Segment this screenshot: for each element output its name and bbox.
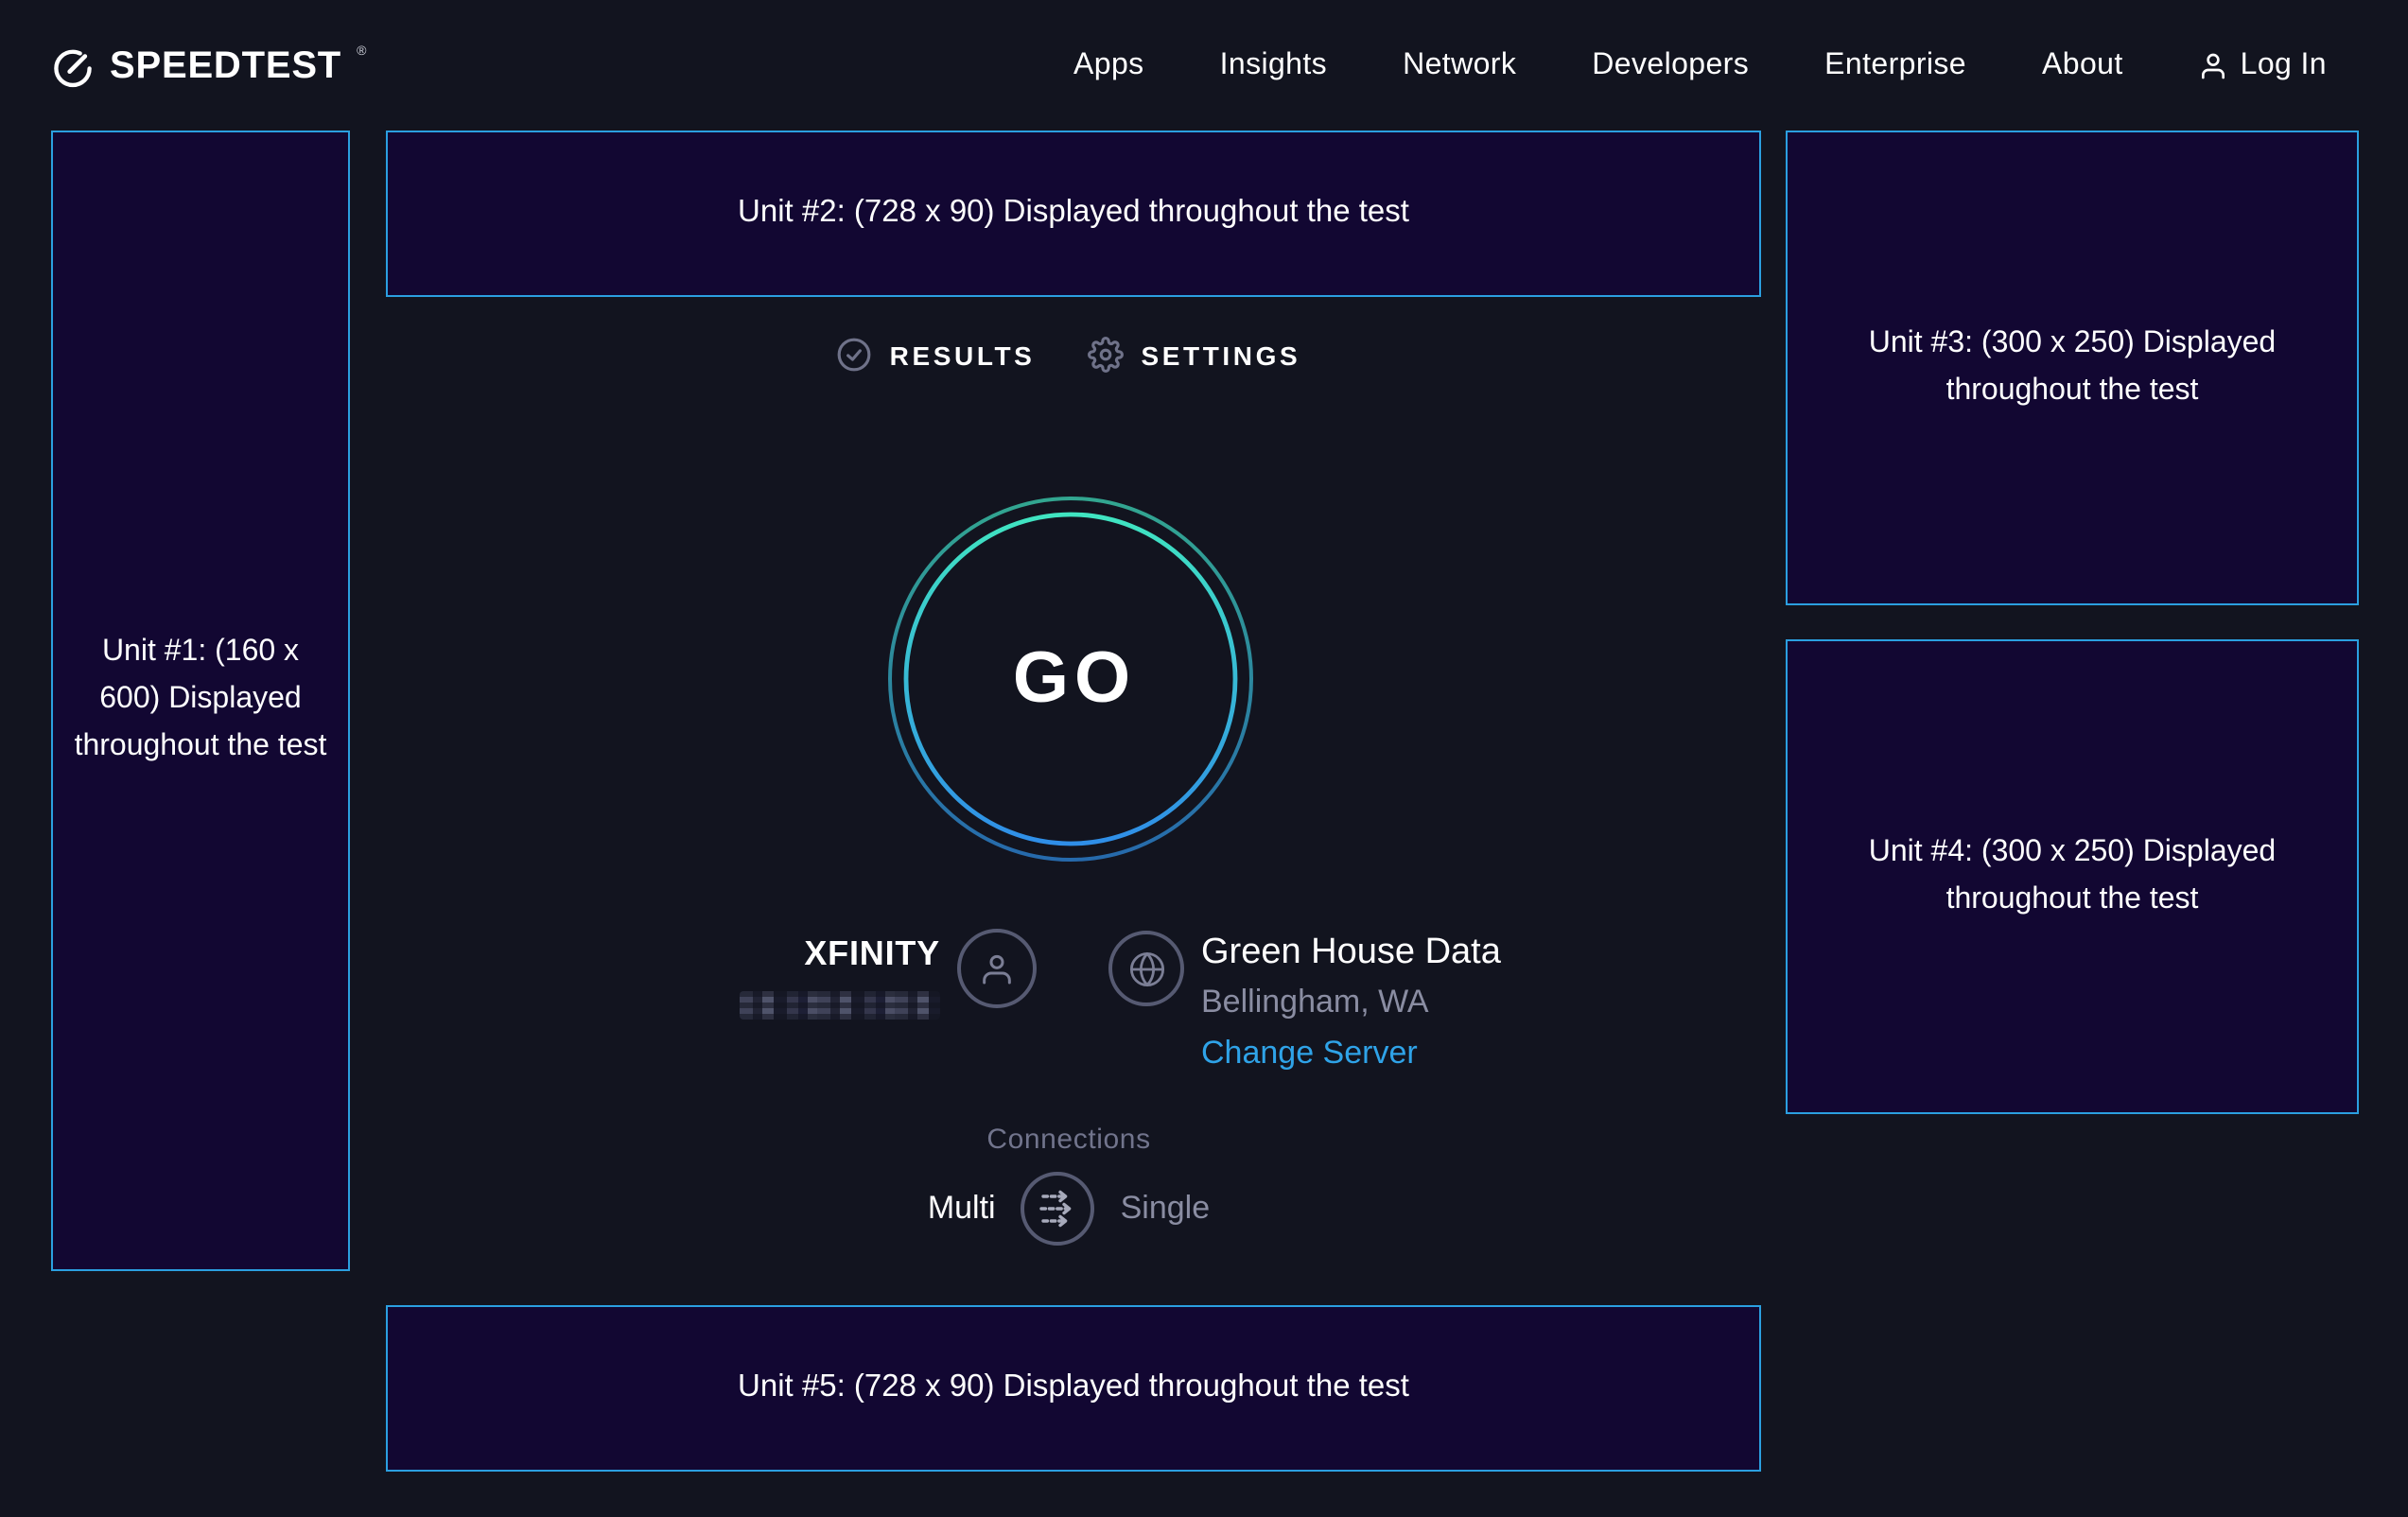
ad-unit-1: Unit #1: (160 x 600) Displayed throughou… [51,131,350,1271]
nav-developers[interactable]: Developers [1592,48,1749,82]
tab-settings-label: SETTINGS [1141,340,1300,370]
check-circle-icon [837,337,873,373]
nav-login-label: Log In [2241,48,2327,82]
speedtest-page: SPEEDTEST ® Apps Insights Network Develo… [0,0,2408,1517]
connections-label: Connections [350,1124,1788,1156]
brand-wordmark: SPEEDTEST [110,41,341,90]
connections-single-option[interactable]: Single [1121,1190,1211,1228]
server-location: Bellingham, WA [1201,976,1501,1027]
speedtest-gauge-icon [51,44,95,88]
isp-name: XFINITY [740,933,940,974]
ad-unit-2: Unit #2: (728 x 90) Displayed throughout… [386,131,1761,297]
connections-toggle-row: Multi Single [350,1171,1788,1247]
main-nav: Apps Insights Network Developers Enterpr… [1073,48,2327,82]
isp-block: XFINITY [740,933,940,1020]
change-server-link[interactable]: Change Server [1201,1027,1418,1080]
person-icon [978,950,1016,987]
server-name: Green House Data [1201,931,1501,976]
connections-toggle-icon[interactable] [1021,1171,1096,1247]
ad-unit-5-text: Unit #5: (728 x 90) Displayed throughout… [719,1364,1428,1412]
header: SPEEDTEST ® Apps Insights Network Develo… [0,0,2408,131]
ad-unit-3: Unit #3: (300 x 250) Displayed throughou… [1786,131,2359,605]
gear-icon [1088,337,1124,373]
view-tabs: RESULTS SETTINGS [350,337,1788,373]
redacted-ip [740,991,940,1020]
go-button-label: GO [885,494,1256,864]
connection-info: XFINITY Green House Data Bellingham, WA … [350,921,1788,1095]
connections-multi-option[interactable]: Multi [928,1190,996,1228]
go-button[interactable]: GO [885,494,1256,864]
globe-icon [1126,949,1166,988]
isp-badge [957,929,1037,1008]
server-block: Green House Data Bellingham, WA Change S… [1201,931,1501,1080]
ad-unit-2-text: Unit #2: (728 x 90) Displayed throughout… [719,189,1428,237]
tab-results-label: RESULTS [890,340,1036,370]
nav-enterprise[interactable]: Enterprise [1824,48,1966,82]
tab-results[interactable]: RESULTS [837,337,1036,373]
connections-section: Connections Multi Single [350,1124,1788,1247]
ad-unit-4: Unit #4: (300 x 250) Displayed throughou… [1786,639,2359,1114]
nav-login[interactable]: Log In [2199,48,2327,82]
ad-unit-4-text: Unit #4: (300 x 250) Displayed throughou… [1788,829,2357,923]
user-icon [2199,50,2229,80]
nav-about[interactable]: About [2042,48,2123,82]
nav-insights[interactable]: Insights [1220,48,1328,82]
brand-logo[interactable]: SPEEDTEST ® [51,41,366,90]
ad-unit-1-text: Unit #1: (160 x 600) Displayed throughou… [53,631,348,772]
tab-settings[interactable]: SETTINGS [1088,337,1300,373]
ad-unit-5: Unit #5: (728 x 90) Displayed throughout… [386,1305,1761,1472]
ad-unit-3-text: Unit #3: (300 x 250) Displayed throughou… [1788,321,2357,414]
trademark-symbol: ® [357,43,366,61]
server-badge [1108,931,1184,1006]
nav-apps[interactable]: Apps [1073,48,1144,82]
nav-network[interactable]: Network [1403,48,1516,82]
